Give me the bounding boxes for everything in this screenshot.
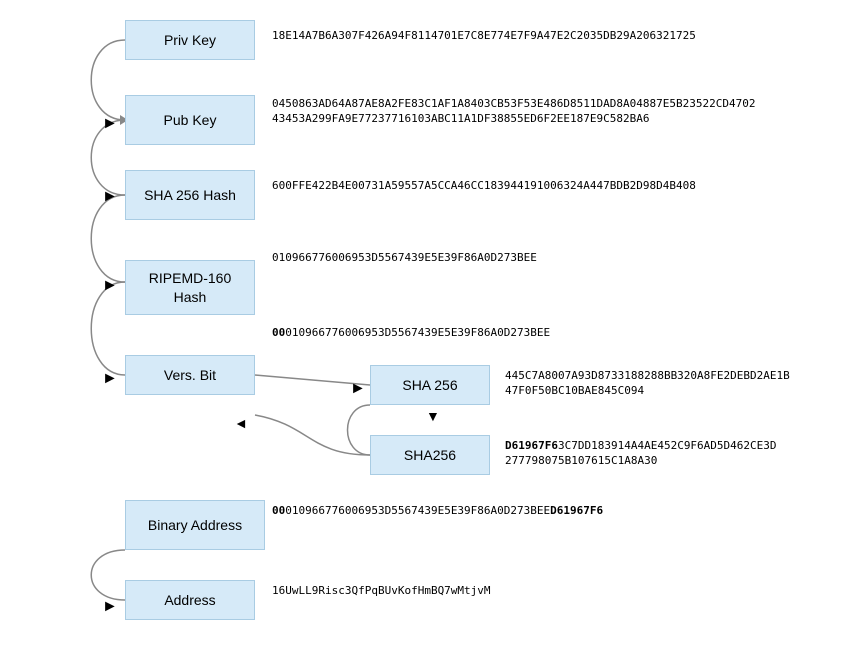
val-sha256a: 445C7A8007A93D8733188288BB320A8FE2DEBD2A… [505, 368, 790, 399]
arrow-versbit: ► [102, 370, 118, 388]
val-sha256b: D61967F63C7DD183914A4AE452C9F6AD5D462CE3… [505, 438, 777, 469]
arrow-sha256a: ► [350, 380, 366, 398]
val-ripemd-before: 010966776006953D5567439E5E39F86A0D273BEE [272, 250, 537, 265]
val-sha256hash: 600FFE422B4E00731A59557A5CCA46CC18394419… [272, 178, 696, 193]
val-pubkey: 0450863AD64A87AE8A2FE83C1AF1A8403CB53F53… [272, 96, 755, 127]
val-address: 16UwLL9Risc3QfPqBUvKofHmBQ7wMtjvM [272, 583, 491, 598]
sha256b-box: SHA256 [370, 435, 490, 475]
privkey-box: Priv Key [125, 20, 255, 60]
arrow-address: ► [102, 598, 118, 616]
binaryaddr-box: Binary Address [125, 500, 265, 550]
arrow-ripemd: ► [102, 277, 118, 295]
arrow-pubkey: ► [102, 115, 118, 133]
val-privkey: 18E14A7B6A307F426A94F8114701E7C8E774E7F9… [272, 28, 696, 43]
val-ripemd-after: 00010966776006953D5567439E5E39F86A0D273B… [272, 325, 550, 340]
diagram: Priv Key Pub Key SHA 256 Hash RIPEMD-160… [0, 0, 855, 651]
arrow-sha256b-down: ▼ [426, 408, 440, 424]
versbit-box: Vers. Bit [125, 355, 255, 395]
pubkey-box: Pub Key [125, 95, 255, 145]
arrow-sha256hash: ► [102, 188, 118, 206]
address-box: Address [125, 580, 255, 620]
val-binaryaddr: 00010966776006953D5567439E5E39F86A0D273B… [272, 503, 603, 518]
ripemd160-box: RIPEMD-160Hash [125, 260, 255, 315]
sha256a-box: SHA 256 [370, 365, 490, 405]
sha256hash-box: SHA 256 Hash [125, 170, 255, 220]
arrow-back: ◄ [234, 415, 248, 431]
